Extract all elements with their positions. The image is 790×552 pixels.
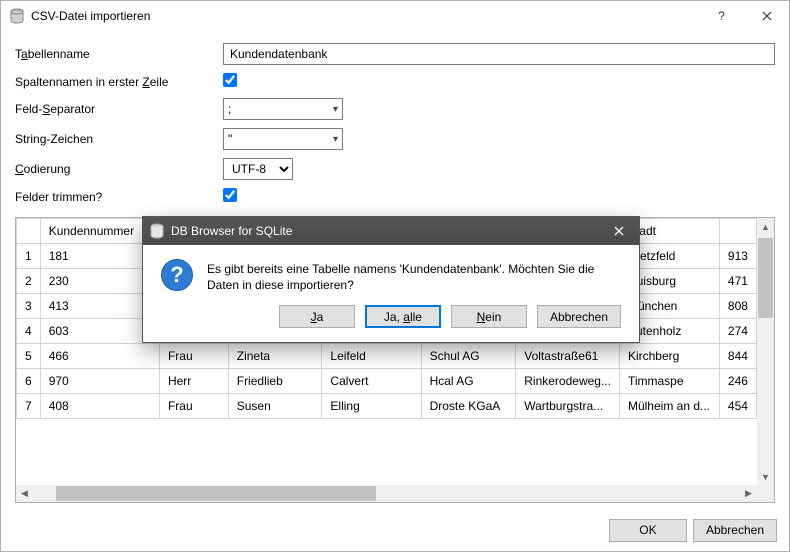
firstrow-label: Spaltennamen in erster Zeile <box>15 75 215 89</box>
chevron-down-icon: ▾ <box>333 104 338 115</box>
trim-checkbox[interactable] <box>223 188 237 202</box>
confirm-title: DB Browser for SQLite <box>171 224 599 238</box>
scroll-left-icon[interactable]: ◀ <box>16 485 33 502</box>
horizontal-scrollbar[interactable]: ◀ ▶ <box>16 485 757 502</box>
table-cell[interactable]: Timmaspe <box>619 369 719 394</box>
no-button[interactable]: Nein <box>451 305 527 328</box>
cancel-button[interactable]: Abbrechen <box>693 519 777 542</box>
table-cell[interactable]: 808 <box>719 294 756 319</box>
scroll-thumb[interactable] <box>56 486 376 501</box>
table-cell[interactable]: Voltastraße61 <box>516 344 620 369</box>
table-cell[interactable]: Leifeld <box>322 344 421 369</box>
table-row[interactable]: 7408FrauSusenEllingDroste KGaAWartburgst… <box>17 394 757 419</box>
row-number: 5 <box>17 344 41 369</box>
chevron-down-icon: ▾ <box>333 134 338 145</box>
table-cell[interactable]: 454 <box>719 394 756 419</box>
scroll-up-icon[interactable]: ▲ <box>757 218 774 235</box>
table-cell[interactable]: 246 <box>719 369 756 394</box>
scroll-right-icon[interactable]: ▶ <box>740 485 757 502</box>
table-corner <box>17 219 41 244</box>
tablename-input[interactable] <box>223 43 775 65</box>
confirm-titlebar: DB Browser for SQLite <box>143 217 639 245</box>
row-number: 2 <box>17 269 41 294</box>
table-cell[interactable]: Herr <box>159 369 228 394</box>
table-cell[interactable]: Kirchberg <box>619 344 719 369</box>
table-row[interactable]: 5466FrauZinetaLeifeldSchul AGVoltastraße… <box>17 344 757 369</box>
table-cell[interactable]: Frau <box>159 394 228 419</box>
table-cell[interactable]: 970 <box>40 369 159 394</box>
table-cell[interactable]: 471 <box>719 269 756 294</box>
table-cell[interactable]: Frau <box>159 344 228 369</box>
database-icon <box>9 8 25 24</box>
scroll-down-icon[interactable]: ▼ <box>757 468 774 485</box>
question-icon: ? <box>161 259 193 291</box>
separator-label: Feld-Separator <box>15 102 215 116</box>
quote-combo[interactable]: "▾ <box>223 128 343 150</box>
row-number: 4 <box>17 319 41 344</box>
table-cell[interactable]: Mülheim an d... <box>619 394 719 419</box>
titlebar: CSV-Datei importieren ? <box>1 1 789 31</box>
table-cell[interactable]: Elling <box>322 394 421 419</box>
close-icon <box>614 226 624 236</box>
scroll-corner <box>757 485 774 502</box>
table-cell[interactable]: Schul AG <box>421 344 516 369</box>
table-cell[interactable]: Friedlieb <box>228 369 322 394</box>
confirm-close-button[interactable] <box>599 217 639 245</box>
confirm-message: Es gibt bereits eine Tabelle namens 'Kun… <box>207 259 621 293</box>
col-header[interactable] <box>719 219 756 244</box>
table-cell[interactable]: Calvert <box>322 369 421 394</box>
table-cell[interactable]: 844 <box>719 344 756 369</box>
table-cell[interactable]: Rinkerodeweg... <box>516 369 620 394</box>
firstrow-checkbox[interactable] <box>223 73 237 87</box>
ok-button[interactable]: OK <box>609 519 687 542</box>
row-number: 1 <box>17 244 41 269</box>
window-title: CSV-Datei importieren <box>31 9 699 23</box>
database-icon <box>149 223 165 239</box>
encoding-label: Codierung <box>15 162 215 176</box>
scroll-thumb[interactable] <box>758 238 773 318</box>
quote-value: " <box>228 132 232 146</box>
separator-value: ; <box>228 102 231 116</box>
table-cell[interactable]: 466 <box>40 344 159 369</box>
table-cell[interactable]: Zineta <box>228 344 322 369</box>
abort-button[interactable]: Abbrechen <box>537 305 621 328</box>
table-cell[interactable]: Hcal AG <box>421 369 516 394</box>
confirm-buttons: Ja Ja, alle Nein Abbrechen <box>143 301 639 342</box>
row-number: 6 <box>17 369 41 394</box>
help-button[interactable]: ? <box>699 1 744 31</box>
tablename-label: Tabellenname <box>15 47 215 61</box>
table-row[interactable]: 6970HerrFriedliebCalvertHcal AGRinkerode… <box>17 369 757 394</box>
dialog-footer: OK Abbrechen <box>1 509 789 551</box>
yes-all-button[interactable]: Ja, alle <box>365 305 441 328</box>
trim-label: Felder trimmen? <box>15 190 215 204</box>
table-cell[interactable]: 913 <box>719 244 756 269</box>
table-cell[interactable]: 274 <box>719 319 756 344</box>
table-cell[interactable]: Susen <box>228 394 322 419</box>
close-button[interactable] <box>744 1 789 31</box>
vertical-scrollbar[interactable]: ▲ ▼ <box>757 218 774 485</box>
separator-combo[interactable]: ;▾ <box>223 98 343 120</box>
confirm-dialog: DB Browser for SQLite ? Es gibt bereits … <box>142 216 640 343</box>
table-cell[interactable]: 408 <box>40 394 159 419</box>
row-number: 3 <box>17 294 41 319</box>
table-cell[interactable]: Wartburgstra... <box>516 394 620 419</box>
yes-button[interactable]: Ja <box>279 305 355 328</box>
import-form: Tabellenname Spaltennamen in erster Zeil… <box>1 31 789 211</box>
encoding-select[interactable]: UTF-8 <box>223 158 293 180</box>
row-number: 7 <box>17 394 41 419</box>
close-icon <box>762 11 772 21</box>
quote-label: String-Zeichen <box>15 132 215 146</box>
table-cell[interactable]: Droste KGaA <box>421 394 516 419</box>
